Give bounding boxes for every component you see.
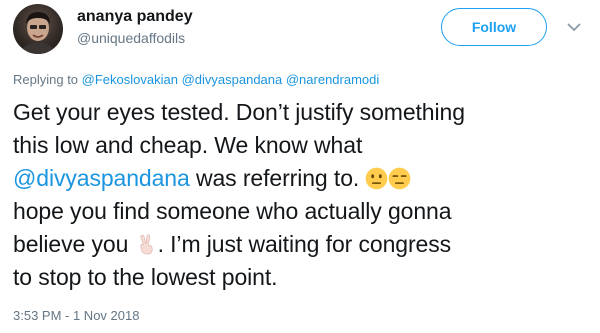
tweet-line: Get your eyes tested. Don’t justify some… <box>13 99 465 125</box>
victory-hand-icon <box>135 233 158 256</box>
tweet-timestamp[interactable]: 3:53 PM - 1 Nov 2018 <box>13 308 139 323</box>
tweet-line: @divyaspandana was referring to. <box>13 162 588 195</box>
avatar-photo-icon <box>21 12 55 54</box>
chevron-down-icon[interactable] <box>565 18 583 36</box>
tweet-line: hope you find someone who actually gonna <box>13 198 452 224</box>
follow-button[interactable]: Follow <box>441 8 547 46</box>
tweet-text-fragment: believe you <box>13 231 135 257</box>
tweet-line: believe you . I’m just waiting for congr… <box>13 228 588 261</box>
user-handle[interactable]: @uniquedaffodils <box>77 30 185 46</box>
tweet-line: this low and cheap. We know what <box>13 132 363 158</box>
reply-mention[interactable]: @Fekoslovakian <box>82 72 178 87</box>
tweet-text-fragment: . I’m just waiting for congress <box>157 231 452 257</box>
tweet-text: Get your eyes tested. Don’t justify some… <box>13 96 588 294</box>
tweet-line: to stop to the lowest point. <box>13 264 278 290</box>
display-name[interactable]: ananya pandey <box>77 8 193 26</box>
reply-prefix: Replying to <box>13 72 82 87</box>
expressionless-face-icon <box>388 167 411 190</box>
tweet-mention[interactable]: @divyaspandana <box>13 165 190 191</box>
tweet-card: ananya pandey @uniquedaffodils Follow Re… <box>0 0 600 333</box>
reply-context: Replying to @Fekoslovakian @divyaspandan… <box>13 72 379 87</box>
neutral-face-icon <box>365 167 388 190</box>
tweet-text-fragment: was referring to. <box>189 165 366 191</box>
reply-mention[interactable]: @divyaspandana <box>182 72 283 87</box>
avatar[interactable] <box>13 4 63 54</box>
reply-mention[interactable]: @narendramodi <box>286 72 379 87</box>
